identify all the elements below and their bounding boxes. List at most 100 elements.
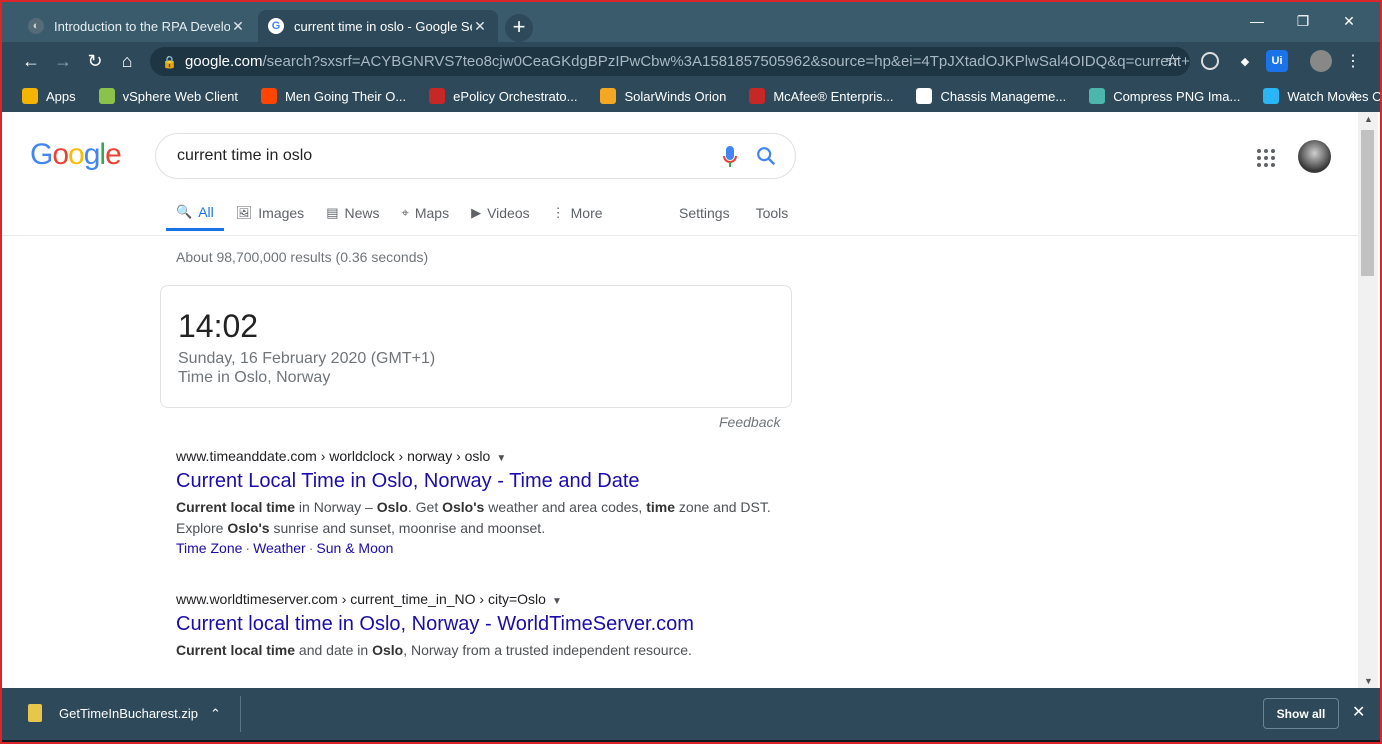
search-tabs: 🔍 All 🖼 Images ▤ News ⌖ Maps ▶ Videos ⋮ More — [166, 195, 615, 235]
record-extension-icon[interactable] — [1201, 52, 1219, 70]
window-controls: — ❐ ✕ — [1234, 6, 1372, 36]
bookmark-favicon-icon — [22, 88, 38, 104]
search-query[interactable]: current time in oslo — [177, 147, 312, 165]
close-window-button[interactable]: ✕ — [1326, 6, 1372, 36]
tab-title: current time in oslo - Google Sea — [294, 18, 472, 34]
bookmark-item[interactable]: vSphere Web Client — [98, 88, 239, 104]
sitelink-weather[interactable]: Weather — [253, 540, 306, 556]
chevron-up-icon[interactable]: ⌃ — [210, 706, 221, 722]
settings-link[interactable]: Settings — [679, 205, 730, 221]
result-title-link[interactable]: Current Local Time in Oslo, Norway - Tim… — [176, 470, 796, 493]
new-tab-button[interactable]: + — [505, 14, 533, 42]
browser-window: ◐ Introduction to the RPA Develope ✕ G c… — [0, 0, 1382, 744]
tab-favicon-icon: ◐ — [28, 18, 44, 34]
search-icon[interactable] — [755, 145, 777, 167]
result-title-link[interactable]: Current local time in Oslo, Norway - Wor… — [176, 613, 796, 636]
home-icon[interactable]: ⌂ — [114, 48, 140, 74]
logo-letter: g — [83, 138, 101, 171]
page-scrollbar[interactable]: ▲ ▼ — [1358, 112, 1378, 688]
news-tab-icon: ▤ — [326, 205, 339, 220]
time-card: 14:02 Sunday, 16 February 2020 (GMT+1) T… — [160, 285, 792, 408]
search-tab-label: All — [198, 203, 214, 220]
url-host: google.com — [184, 53, 263, 70]
scroll-thumb[interactable] — [1361, 130, 1374, 276]
layers-extension-icon[interactable]: ◆ — [1234, 50, 1256, 72]
tab-close-icon[interactable]: ✕ — [472, 18, 488, 35]
result-snippet: Current local time in Norway – Oslo. Get… — [176, 499, 771, 536]
download-item[interactable]: GetTimeInBucharest.zip — [28, 704, 198, 722]
all-tab-icon: 🔍 — [176, 203, 193, 219]
search-tab-more[interactable]: ⋮ More — [542, 195, 613, 231]
feedback-link[interactable]: Feedback — [719, 414, 780, 430]
dropdown-caret-icon[interactable]: ▼ — [496, 453, 506, 464]
sitelink-sun-moon[interactable]: Sun & Moon — [316, 540, 393, 556]
bookmark-favicon-icon — [1089, 88, 1106, 104]
current-date: Sunday, 16 February 2020 (GMT+1) — [178, 350, 436, 367]
search-tab-all[interactable]: 🔍 All — [166, 195, 224, 231]
logo-letter: o — [52, 138, 69, 171]
sitelink-time-zone[interactable]: Time Zone — [176, 540, 242, 556]
bookmark-item[interactable]: Chassis Manageme... — [916, 88, 1066, 104]
reload-icon[interactable]: ↻ — [82, 48, 108, 74]
tools-link[interactable]: Tools — [756, 205, 789, 221]
search-box[interactable]: current time in oslo — [155, 133, 796, 179]
bookmark-favicon-icon — [261, 88, 278, 104]
minimize-button[interactable]: — — [1234, 6, 1280, 36]
search-result: www.worldtimeserver.com › current_time_i… — [176, 591, 796, 661]
downloads-bar: GetTimeInBucharest.zip ⌃ Show all ✕ — [2, 688, 1380, 740]
bookmark-item[interactable]: SolarWinds Orion — [600, 88, 726, 104]
logo-letter: e — [105, 138, 122, 171]
result-stats: About 98,700,000 results (0.36 seconds) — [176, 249, 429, 265]
bookmark-item[interactable]: ePolicy Orchestrato... — [429, 88, 577, 104]
profile-avatar-icon[interactable] — [1310, 50, 1332, 72]
uipath-extension-icon[interactable]: Ui — [1266, 50, 1288, 72]
tab-rpa[interactable]: ◐ Introduction to the RPA Develope ✕ — [18, 10, 256, 42]
back-arrow-icon[interactable]: ← — [18, 48, 44, 74]
bookmark-item[interactable]: Compress PNG Ima... — [1089, 88, 1240, 104]
bookmark-label: Compress PNG Ima... — [1113, 88, 1241, 104]
url-path: /search?sxsrf=ACYBGNRVS7teo8cjw0CeaGKdgB… — [262, 53, 1190, 70]
search-tab-images[interactable]: 🖼 Images — [226, 195, 314, 231]
scroll-down-icon[interactable]: ▼ — [1364, 676, 1373, 686]
address-bar[interactable]: 🔒 google.com/search?sxsrf=ACYBGNRVS7teo8… — [150, 47, 1190, 76]
menu-kebab-icon[interactable]: ⋮ — [1342, 50, 1364, 72]
maximize-button[interactable]: ❐ — [1280, 6, 1326, 36]
close-icon[interactable]: ✕ — [1352, 702, 1365, 722]
result-url: www.timeanddate.com › worldclock › norwa… — [176, 448, 491, 464]
bookmarks-bar: Apps vSphere Web Client Men Going Their O.… — [2, 80, 1380, 112]
scroll-up-icon[interactable]: ▲ — [1364, 114, 1373, 124]
toolbar: ← → ↻ ⌂ 🔒 google.com/search?sxsrf=ACYBGN… — [2, 42, 1380, 80]
download-filename[interactable]: GetTimeInBucharest.zip — [59, 706, 198, 721]
zip-file-icon — [28, 704, 42, 722]
google-apps-icon[interactable] — [1257, 149, 1275, 167]
bookmark-item[interactable]: McAfee® Enterpris... — [749, 88, 893, 104]
images-tab-icon: 🖼 — [235, 205, 253, 220]
bookmark-item[interactable]: Watch Movies Onli... — [1263, 88, 1380, 104]
bookmark-favicon-icon — [600, 88, 617, 104]
dropdown-caret-icon[interactable]: ▼ — [552, 596, 562, 607]
bookmark-star-icon[interactable]: ☆ — [1165, 51, 1180, 71]
bookmark-favicon-icon — [1263, 88, 1280, 104]
bookmark-label: vSphere Web Client — [122, 88, 239, 104]
bookmark-item[interactable]: Apps — [22, 88, 76, 104]
show-all-button[interactable]: Show all — [1263, 698, 1339, 729]
google-logo[interactable]: Google — [30, 138, 122, 172]
microphone-icon[interactable] — [723, 146, 737, 168]
logo-letter: G — [30, 138, 53, 171]
result-url: www.worldtimeserver.com › current_time_i… — [176, 591, 546, 607]
tab-close-icon[interactable]: ✕ — [230, 18, 246, 35]
result-cite: www.timeanddate.com › worldclock › norwa… — [176, 448, 796, 464]
tab-google-search[interactable]: G current time in oslo - Google Sea ✕ — [258, 10, 498, 42]
tab-strip: ◐ Introduction to the RPA Develope ✕ G c… — [2, 2, 1380, 42]
account-avatar[interactable] — [1298, 140, 1331, 173]
bookmark-item[interactable]: Men Going Their O... — [261, 88, 406, 104]
tab-title: Introduction to the RPA Develope — [54, 18, 230, 34]
bookmark-label: Chassis Manageme... — [940, 88, 1067, 104]
search-tab-videos[interactable]: ▶ Videos — [461, 195, 540, 231]
separator-dot: · — [308, 540, 314, 556]
search-tab-maps[interactable]: ⌖ Maps — [392, 195, 460, 231]
search-tab-news[interactable]: ▤ News — [316, 195, 389, 231]
forward-arrow-icon[interactable]: → — [50, 48, 76, 74]
google-favicon-icon: G — [268, 18, 284, 34]
bookmarks-overflow-icon[interactable]: » — [1350, 86, 1358, 102]
